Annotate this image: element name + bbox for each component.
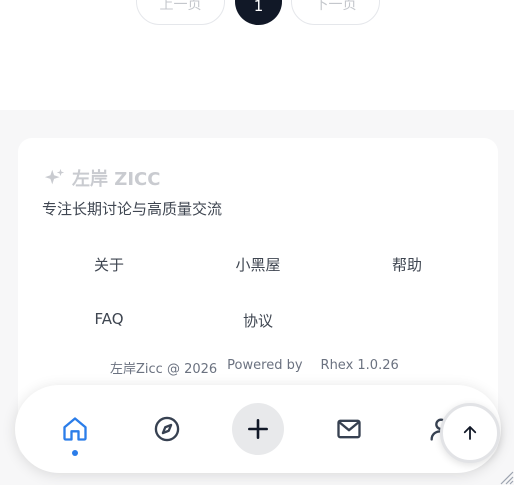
plus-icon — [248, 419, 268, 439]
compass-icon — [154, 416, 180, 442]
footer-link-blackroom[interactable]: 小黑屋 — [235, 254, 280, 275]
footer-brand[interactable]: 左岸 ZICC — [44, 166, 160, 190]
nav-explore[interactable] — [139, 385, 195, 473]
footer-link-about[interactable]: 关于 — [94, 254, 124, 275]
version-link[interactable]: Rhex 1.0.26 — [321, 358, 399, 377]
pagination-area: 上一页 1 下一页 — [0, 0, 514, 110]
next-page-button[interactable]: 下一页 — [291, 0, 380, 25]
footer-link-help[interactable]: 帮助 — [392, 254, 422, 275]
resize-grip-icon[interactable] — [498, 469, 514, 485]
powered-by-text: Powered by — [227, 358, 303, 373]
footer-link-faq[interactable]: FAQ — [94, 310, 123, 328]
mail-icon — [337, 419, 361, 439]
arrow-up-icon — [463, 426, 477, 440]
footer-tagline: 专注长期讨论与高质量交流 — [42, 200, 223, 218]
active-indicator — [72, 450, 78, 456]
sparkles-icon — [44, 168, 65, 185]
back-to-top-button[interactable] — [440, 403, 500, 463]
nav-messages[interactable] — [321, 385, 377, 473]
brand-name: 左岸 ZICC — [72, 169, 161, 190]
new-post-button[interactable] — [232, 403, 284, 455]
home-icon — [63, 417, 87, 441]
nav-home[interactable] — [47, 385, 103, 473]
bottom-nav-bar — [15, 385, 501, 473]
prev-page-button[interactable]: 上一页 — [136, 0, 225, 25]
footer-link-agreement[interactable]: 协议 — [243, 310, 273, 331]
current-page-button[interactable]: 1 — [235, 0, 282, 25]
copyright-text: 左岸Zicc @ 2026 — [110, 362, 218, 377]
footer-copyright: 左岸Zicc @ 2026 Powered by Rhex 1.0.26 — [110, 358, 399, 377]
